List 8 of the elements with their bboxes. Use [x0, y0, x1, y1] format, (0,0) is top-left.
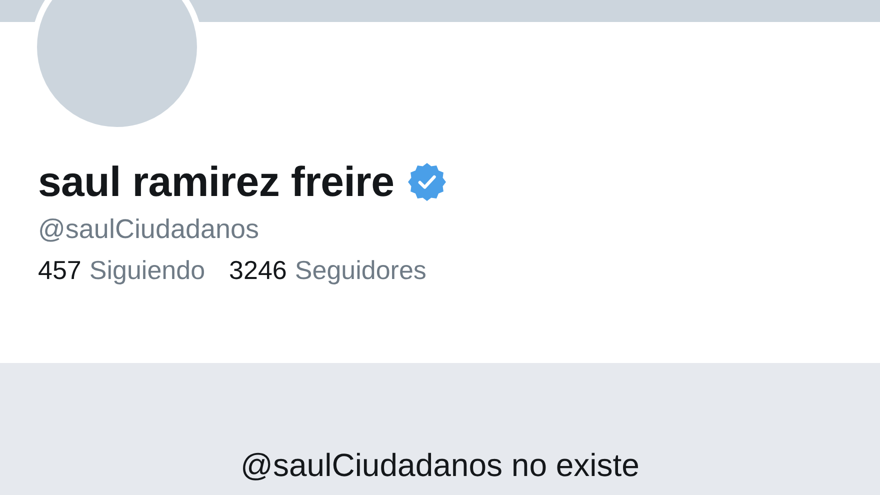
notice-title: @saulCiudadanos no existe	[240, 447, 640, 485]
stat-label: Siguiendo	[89, 255, 206, 286]
stat-count: 3246	[229, 255, 287, 286]
stat-label: Seguidores	[294, 255, 426, 286]
stat-count: 457	[38, 255, 82, 286]
profile-handle: @saulCiudadanos	[38, 214, 260, 245]
verified-badge-icon	[408, 163, 446, 201]
profile-name: saul ramirez freire	[38, 158, 394, 206]
